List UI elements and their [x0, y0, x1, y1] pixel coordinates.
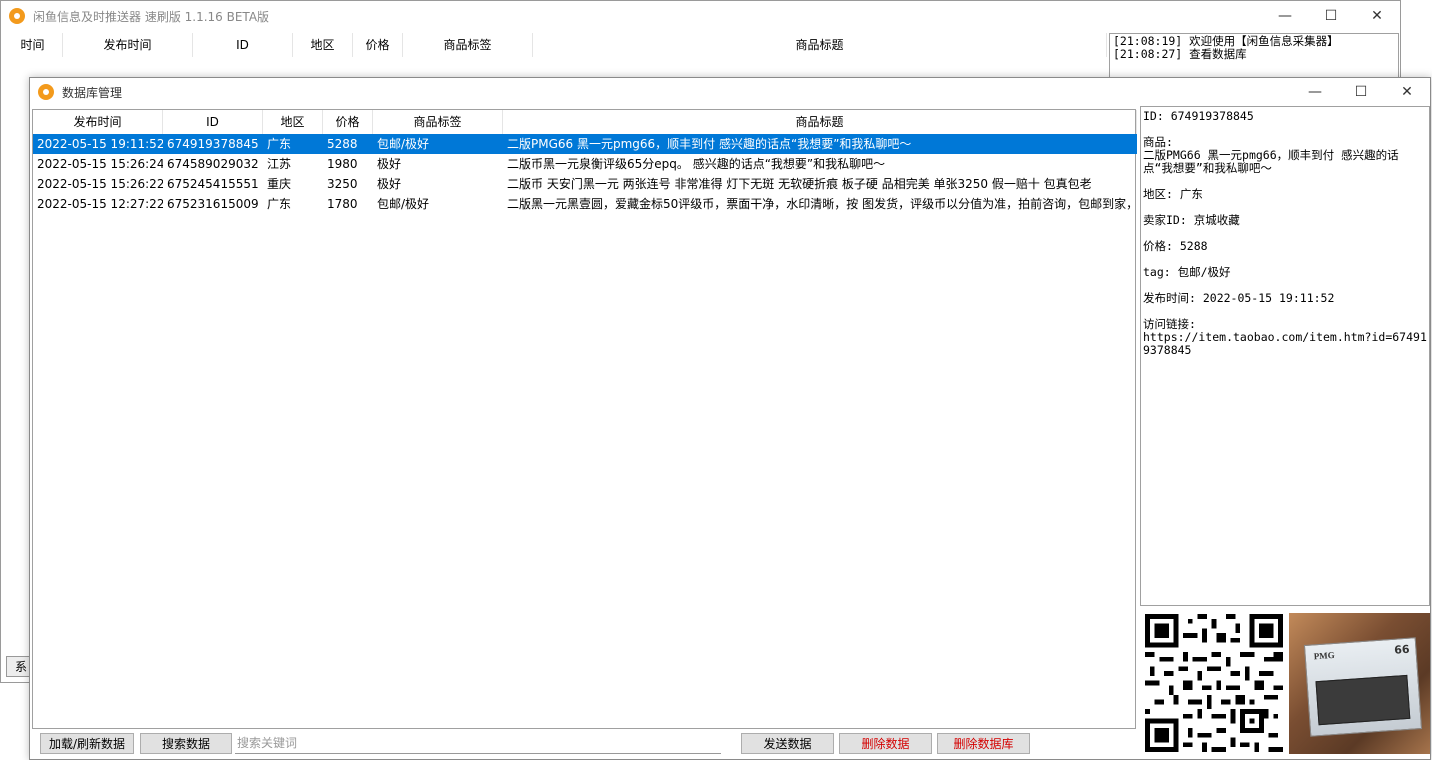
cell-region: 广东: [267, 197, 292, 211]
col-header-publish-time[interactable]: 发布时间: [63, 33, 193, 57]
main-table-header: 时间 发布时间 ID 地区 价格 商品标签 商品标题: [3, 33, 1107, 57]
col-header-price[interactable]: 价格: [323, 110, 373, 134]
main-window-title: 闲鱼信息及时推送器 速刷版 1.1.16 BETA版: [33, 9, 270, 24]
close-icon[interactable]: ✕: [1354, 1, 1400, 31]
search-input[interactable]: [235, 733, 721, 754]
table-row[interactable]: 2022-05-15 19:11:52 674919378845 广东 5288…: [33, 134, 1137, 154]
cell-price: 1780: [327, 197, 358, 211]
detail-id: ID: 674919378845: [1143, 109, 1254, 123]
minimize-icon[interactable]: —: [1292, 78, 1338, 106]
detail-link-label: 访问链接:: [1143, 317, 1196, 331]
send-data-button[interactable]: 发送数据: [741, 733, 834, 754]
close-icon[interactable]: ✕: [1384, 78, 1430, 106]
search-button[interactable]: 搜索数据: [140, 733, 232, 754]
col-header-id[interactable]: ID: [193, 33, 293, 57]
log-line: [21:08:27] 查看数据库: [1113, 47, 1247, 61]
minimize-icon[interactable]: —: [1262, 1, 1308, 31]
detail-link-value[interactable]: https://item.taobao.com/item.htm?id=6749…: [1143, 330, 1427, 357]
col-header-tag[interactable]: 商品标签: [403, 33, 533, 57]
graded-banknote-image: PMG 66: [1303, 637, 1423, 737]
col-header-tag[interactable]: 商品标签: [373, 110, 503, 134]
detail-product: 商品: 二版PMG66 黑一元pmg66，顺丰到付 感兴趣的话点“我想要”和我私…: [1143, 136, 1427, 175]
detail-product-label: 商品:: [1143, 135, 1173, 149]
table-body: 2022-05-15 19:11:52 674919378845 广东 5288…: [33, 134, 1137, 214]
cell-title: 二版币黑一元泉衡评级65分epq。 感兴趣的话点“我想要”和我私聊吧～: [507, 157, 886, 171]
product-photo: PMG 66: [1289, 613, 1430, 754]
delete-data-button[interactable]: 删除数据: [839, 733, 932, 754]
col-header-title[interactable]: 商品标题: [503, 110, 1137, 134]
cell-time: 2022-05-15 12:27:22: [37, 197, 163, 211]
detail-link: 访问链接: https://item.taobao.com/item.htm?i…: [1143, 318, 1427, 357]
detail-region: 地区: 广东: [1143, 187, 1203, 201]
main-log-panel: [21:08:19] 欢迎使用【闲鱼信息采集器】 [21:08:27] 查看数据…: [1109, 33, 1399, 79]
detail-panel[interactable]: ID: 674919378845 商品: 二版PMG66 黑一元pmg66，顺丰…: [1140, 106, 1430, 606]
col-header-price[interactable]: 价格: [353, 33, 403, 57]
cell-tag: 极好: [377, 177, 402, 191]
table-row[interactable]: 2022-05-15 15:26:24 674589029032 江苏 1980…: [33, 154, 1137, 174]
cell-price: 3250: [327, 177, 358, 191]
col-header-region[interactable]: 地区: [263, 110, 323, 134]
detail-seller: 卖家ID: 京城收藏: [1143, 213, 1240, 227]
main-titlebar[interactable]: 闲鱼信息及时推送器 速刷版 1.1.16 BETA版 — ☐ ✕: [1, 1, 1400, 31]
table-row[interactable]: 2022-05-15 12:27:22 675231615009 广东 1780…: [33, 194, 1137, 214]
col-header-title[interactable]: 商品标题: [533, 33, 1107, 57]
qr-code-icon: [1145, 614, 1283, 752]
delete-database-button[interactable]: 删除数据库: [937, 733, 1030, 754]
app-logo-icon: [38, 84, 54, 100]
db-table-header: 发布时间 ID 地区 价格 商品标签 商品标题: [33, 110, 1137, 134]
database-manager-window: 数据库管理 — ☐ ✕ 发布时间 ID 地区 价格 商品标签 商品标题 2022…: [29, 77, 1431, 760]
col-header-publish-time[interactable]: 发布时间: [33, 110, 163, 134]
load-refresh-button[interactable]: 加载/刷新数据: [40, 733, 134, 754]
cell-region: 广东: [267, 137, 292, 151]
db-titlebar[interactable]: 数据库管理 — ☐ ✕: [30, 78, 1430, 106]
cell-tag: 包邮/极好: [377, 137, 430, 151]
cell-id: 675231615009: [167, 197, 259, 211]
cell-time: 2022-05-15 19:11:52: [37, 137, 163, 151]
bottom-toolbar: 加载/刷新数据 搜索数据 发送数据 删除数据 删除数据库: [30, 731, 1134, 757]
cell-price: 5288: [327, 137, 358, 151]
cell-title: 二版黑一元黑壹圆，爱藏金标50评级币，票面干净，水印清晰，按 图发货，评级币以分…: [507, 197, 1137, 211]
maximize-icon[interactable]: ☐: [1308, 1, 1354, 31]
cell-time: 2022-05-15 15:26:22: [37, 177, 163, 191]
cell-region: 江苏: [267, 157, 292, 171]
banknote-icon: [1315, 674, 1411, 726]
cell-title: 二版PMG66 黑一元pmg66，顺丰到付 感兴趣的话点“我想要”和我私聊吧～: [507, 137, 912, 151]
cell-id: 674919378845: [167, 137, 259, 151]
grading-brand-label: PMG: [1313, 649, 1336, 662]
app-logo-icon: [9, 8, 25, 24]
cell-id: 675245415551: [167, 177, 259, 191]
detail-price: 价格: 5288: [1143, 239, 1208, 253]
cell-time: 2022-05-15 15:26:24: [37, 157, 163, 171]
records-table[interactable]: 发布时间 ID 地区 价格 商品标签 商品标题 2022-05-15 19:11…: [32, 109, 1137, 729]
detail-time: 发布时间: 2022-05-15 19:11:52: [1143, 291, 1335, 305]
db-window-title: 数据库管理: [62, 85, 123, 100]
detail-tag: tag: 包邮/极好: [1143, 265, 1231, 279]
maximize-icon[interactable]: ☐: [1338, 78, 1384, 106]
col-header-time[interactable]: 时间: [3, 33, 63, 57]
col-header-id[interactable]: ID: [163, 110, 263, 134]
cell-id: 674589029032: [167, 157, 259, 171]
detail-product-value: 二版PMG66 黑一元pmg66，顺丰到付 感兴趣的话点“我想要”和我私聊吧～: [1143, 148, 1399, 175]
cell-price: 1980: [327, 157, 358, 171]
cell-region: 重庆: [267, 177, 292, 191]
grading-score-label: 66: [1393, 642, 1410, 657]
cell-tag: 极好: [377, 157, 402, 171]
cell-tag: 包邮/极好: [377, 197, 430, 211]
col-header-region[interactable]: 地区: [293, 33, 353, 57]
cell-title: 二版币 天安门黑一元 两张连号 非常准得 灯下无斑 无软硬折痕 板子硬 品相完美…: [507, 177, 1092, 191]
table-row[interactable]: 2022-05-15 15:26:22 675245415551 重庆 3250…: [33, 174, 1137, 194]
